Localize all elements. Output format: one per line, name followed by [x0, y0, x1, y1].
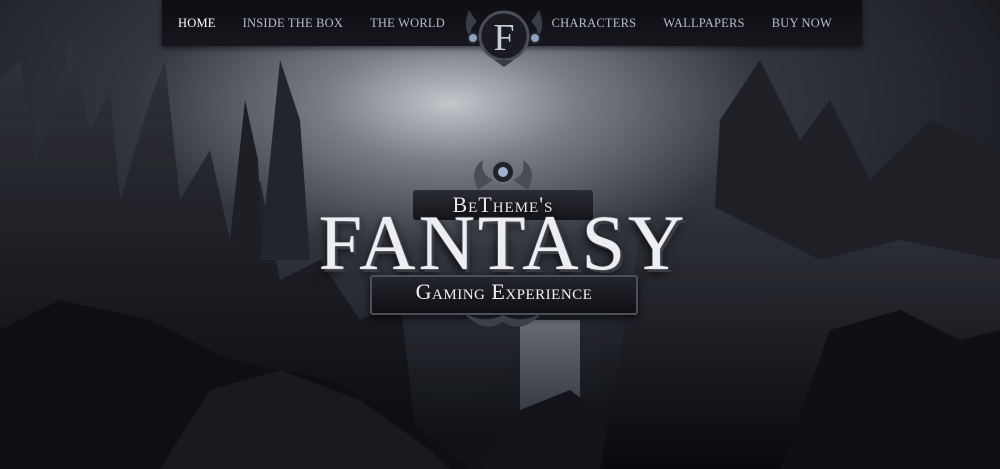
hero-logo: BeTheme's FANTASY Gaming Experience — [288, 150, 718, 340]
hero-subtitle: Gaming Experience — [415, 279, 593, 304]
crest-icon — [458, 150, 548, 195]
nav-item-characters[interactable]: CHARACTERS — [552, 16, 637, 31]
nav-item-home[interactable]: HOME — [178, 16, 216, 31]
nav-item-wallpapers[interactable]: WALLPAPERS — [663, 16, 744, 31]
nav-item-the-world[interactable]: THE WORLD — [370, 16, 445, 31]
f-emblem-icon[interactable]: F — [459, 0, 549, 68]
ornament-icon — [453, 310, 553, 340]
nav-right-group: CHARACTERS WALLPAPERS BUY NOW — [525, 0, 832, 46]
nav-item-buy-now[interactable]: BUY NOW — [772, 16, 832, 31]
nav-item-inside-the-box[interactable]: INSIDE THE BOX — [243, 16, 343, 31]
emblem-letter: F — [493, 17, 514, 59]
nav-left-group: HOME INSIDE THE BOX THE WORLD — [178, 0, 472, 46]
